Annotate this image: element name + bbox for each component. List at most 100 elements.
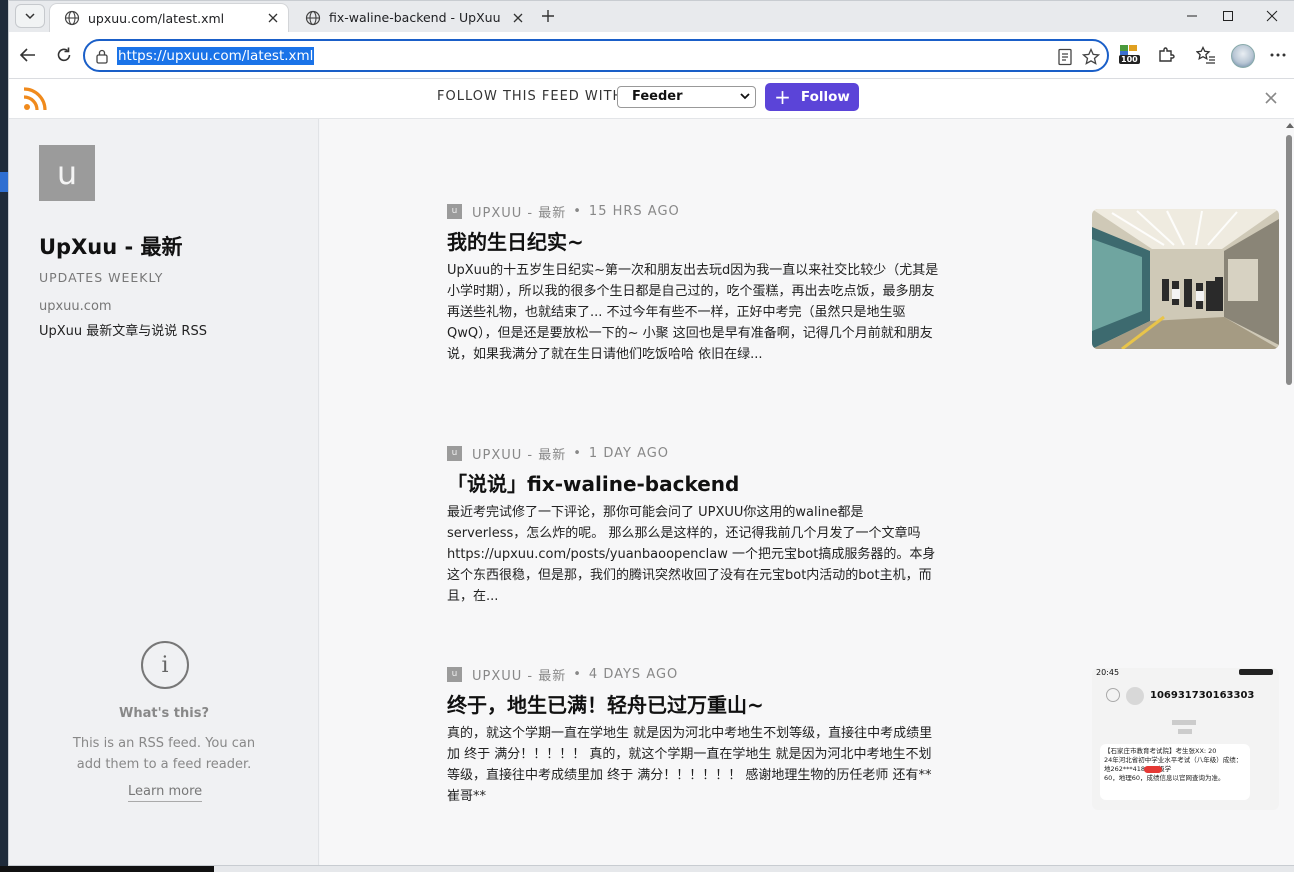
info-icon: i (141, 641, 189, 689)
follow-label: FOLLOW THIS FEED WITH (437, 89, 624, 104)
redaction-mark (1144, 766, 1162, 773)
extensions-button[interactable] (1153, 42, 1179, 68)
refresh-icon (57, 47, 71, 62)
url-text[interactable]: https://upxuu.com/latest.xml (117, 47, 315, 65)
feed-sidebar: u UpXuu - 最新 UPDATES WEEKLY upxuu.com Up… (9, 119, 319, 865)
follow-button-label: Follow (800, 89, 850, 105)
item-age: 15 HRS AGO (588, 203, 680, 219)
settings-menu-button[interactable] (1265, 42, 1291, 68)
chevron-down-icon (740, 93, 750, 100)
minimize-icon (1187, 15, 1197, 17)
scroll-thumb[interactable] (1286, 135, 1292, 385)
close-tab-button[interactable] (262, 7, 284, 29)
address-bar[interactable]: https://upxuu.com/latest.xml (83, 39, 1109, 72)
extension-badge: 100 (1119, 55, 1140, 64)
close-icon (268, 13, 278, 23)
browser-toolbar: https://upxuu.com/latest.xml 100 (9, 32, 1294, 79)
back-circle-icon (1106, 688, 1120, 702)
tab-list-button[interactable] (15, 4, 45, 28)
reader-mode-button[interactable] (1055, 47, 1075, 67)
new-tab-button[interactable] (535, 4, 561, 28)
tab-latest-xml[interactable]: upxuu.com/latest.xml (49, 3, 289, 32)
rss-icon (23, 87, 47, 111)
maximize-icon (1223, 11, 1233, 21)
feed-reader-select[interactable]: Feeder (617, 86, 756, 108)
close-icon (1266, 10, 1278, 22)
arrow-left-icon (19, 48, 35, 62)
feed-reader-value: Feeder (632, 89, 683, 104)
close-tab-button[interactable] (507, 7, 529, 29)
chevron-down-icon (25, 13, 35, 20)
list-item[interactable]: u UPXUU - 最新 • 4 DAYS AGO 终于，地生已满！轻舟已过万重… (447, 666, 1279, 865)
item-title[interactable]: 终于，地生已满！轻舟已过万重山~ (447, 689, 764, 718)
source-favicon: u (447, 203, 462, 219)
plus-icon (542, 10, 554, 22)
contact-avatar (1126, 687, 1144, 705)
item-source: UPXUU - 最新 (472, 447, 567, 463)
plus-icon: + (774, 85, 791, 109)
tab-title: fix-waline-backend - UpXuu (329, 10, 501, 25)
follow-button[interactable]: + Follow (765, 83, 859, 111)
update-frequency: UPDATES WEEKLY (39, 270, 164, 285)
subway-photo (1092, 209, 1279, 349)
scrollbar[interactable] (1284, 119, 1294, 865)
feed-description: UpXuu 最新文章与说说 RSS (39, 324, 207, 339)
item-meta: u UPXUU - 最新 • 4 DAYS AGO (447, 666, 679, 684)
item-age: 4 DAYS AGO (588, 666, 679, 682)
globe-icon (305, 10, 321, 25)
meta-separator: • (573, 445, 582, 461)
message-time (1178, 729, 1192, 734)
message-date (1172, 720, 1196, 725)
reader-mode-icon (1058, 48, 1072, 66)
item-thumbnail[interactable]: 20:45 106931730163303 【石家庄市教育考试院】考生张XX: … (1092, 668, 1279, 810)
feed-domain-link[interactable]: upxuu.com (39, 299, 112, 314)
feed-title: UpXuu - 最新 (39, 235, 183, 259)
browser-window: upxuu.com/latest.xml fix-waline-backend … (8, 0, 1294, 866)
close-icon (1265, 92, 1277, 104)
back-button[interactable] (15, 42, 41, 68)
feed-items: u UPXUU - 最新 • 15 HRS AGO 我的生日纪实~ UpXuu的… (320, 119, 1284, 865)
item-source: UPXUU - 最新 (472, 205, 567, 221)
item-excerpt: 最近考完试修了一下评论，那你可能会问了 UPXUU你这用的waline都是ser… (447, 505, 936, 604)
item-title[interactable]: 「说说」fix-waline-backend (447, 468, 739, 497)
meta-separator: • (573, 666, 582, 682)
refresh-button[interactable] (51, 42, 77, 68)
maximize-button[interactable] (1205, 1, 1251, 31)
tab-fix-waline-backend[interactable]: fix-waline-backend - UpXuu (291, 3, 533, 32)
lock-icon (96, 49, 108, 64)
item-title[interactable]: 我的生日纪实~ (447, 226, 584, 255)
profile-avatar[interactable] (1231, 44, 1255, 68)
globe-icon (64, 10, 80, 26)
favorites-button[interactable] (1193, 42, 1219, 68)
close-window-button[interactable] (1249, 1, 1294, 31)
tab-title: upxuu.com/latest.xml (88, 10, 225, 26)
item-excerpt: UpXuu的十五岁生日纪实~第一次和朋友出去玩d因为我一直以来社交比较少（尤其是… (447, 263, 939, 362)
meta-separator: • (573, 203, 582, 219)
star-icon (1082, 48, 1100, 65)
item-age: 1 DAY AGO (588, 445, 670, 461)
item-meta: u UPXUU - 最新 • 1 DAY AGO (447, 445, 670, 463)
puzzle-icon (1159, 47, 1175, 62)
sms-line-1: 【石家庄市教育考试院】考生张XX: 20 (1104, 747, 1217, 755)
learn-more-link[interactable]: Learn more (128, 784, 203, 802)
favorite-button[interactable] (1081, 47, 1101, 67)
source-favicon: u (447, 445, 462, 461)
site-avatar: u (39, 145, 95, 201)
sms-bubble: 【石家庄市教育考试院】考生张XX: 20 24年河北省初中学业水平考试（八年级）… (1100, 744, 1250, 800)
scroll-up-arrow-icon[interactable] (1286, 123, 1294, 128)
sms-line-3: 60，地理60，成绩信息以官网查询为准。 (1104, 774, 1225, 782)
item-excerpt: 真的，就这个学期一直在学地生 就是因为河北中考地生不划等级，直接往中考成绩里加 … (447, 726, 933, 804)
follow-feed-bar: FOLLOW THIS FEED WITH Feeder + Follow (9, 79, 1294, 119)
whats-this-description: This is an RSS feed. You can add them to… (72, 736, 256, 772)
whats-this-heading: What's this? (118, 706, 210, 721)
source-favicon: u (447, 666, 462, 682)
tab-strip: upxuu.com/latest.xml fix-waline-backend … (9, 1, 1294, 32)
close-follow-bar-button[interactable] (1261, 88, 1281, 108)
extension-button[interactable]: 100 (1119, 43, 1141, 67)
more-dots-icon (1270, 53, 1286, 57)
item-thumbnail[interactable] (1092, 209, 1279, 349)
list-item[interactable]: u UPXUU - 最新 • 15 HRS AGO 我的生日纪实~ UpXuu的… (447, 203, 1279, 393)
list-item[interactable]: u UPXUU - 最新 • 1 DAY AGO 「说说」fix-waline-… (447, 445, 1152, 615)
taskbar (0, 866, 1294, 872)
item-meta: u UPXUU - 最新 • 15 HRS AGO (447, 203, 680, 221)
